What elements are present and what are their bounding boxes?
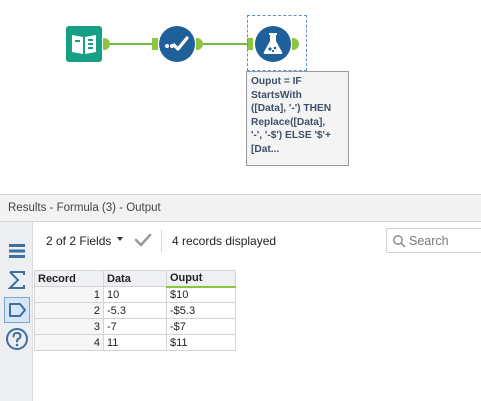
- workflow-canvas[interactable]: Ouput = IF StartsWith ([Data], '-') THEN…: [0, 0, 481, 192]
- column-header-record[interactable]: Record: [34, 270, 104, 287]
- table-header-row: Record Data Ouput: [34, 270, 236, 288]
- apply-button[interactable]: [133, 230, 153, 250]
- side-toolbar: [0, 222, 33, 401]
- tag-icon: [9, 303, 26, 317]
- connection-line[interactable]: [203, 43, 247, 45]
- fields-toolbar: 2 of 2 Fields 4 records displayed: [34, 222, 481, 260]
- results-table: Record Data Ouput 1 10 $10 2 -5.3 -$5.3 …: [34, 270, 236, 351]
- table-row[interactable]: 2 -5.3 -$5.3: [34, 302, 236, 319]
- data-cell[interactable]: -5.3: [103, 302, 167, 319]
- input-data-tool[interactable]: [66, 26, 102, 62]
- help-icon: [6, 328, 28, 350]
- table-row[interactable]: 3 -7 -$7: [34, 318, 236, 335]
- select-tool[interactable]: [159, 26, 195, 62]
- checkmark-icon: [134, 233, 152, 247]
- search-icon: [393, 235, 406, 248]
- checkmark-dots-icon: [159, 26, 195, 62]
- ouput-cell[interactable]: $10: [166, 286, 236, 303]
- connection-line[interactable]: [110, 43, 152, 45]
- output-anchor[interactable]: [103, 38, 110, 50]
- table-row[interactable]: 1 10 $10: [34, 286, 236, 303]
- chevron-down-icon[interactable]: [117, 237, 123, 241]
- formula-annotation: Ouput = IF StartsWith ([Data], '-') THEN…: [246, 71, 349, 166]
- search-box[interactable]: [386, 228, 481, 253]
- summary-button[interactable]: [4, 267, 30, 293]
- data-cell[interactable]: 11: [103, 334, 167, 351]
- input-anchor[interactable]: [152, 38, 158, 50]
- record-cell[interactable]: 2: [34, 302, 104, 319]
- ouput-cell[interactable]: $11: [166, 334, 236, 351]
- record-cell[interactable]: 3: [34, 318, 104, 335]
- output-anchor[interactable]: [196, 38, 203, 50]
- results-title: Results - Formula (3) - Output: [8, 202, 161, 214]
- ouput-cell[interactable]: -$5.3: [166, 302, 236, 319]
- table-row[interactable]: 4 11 $11: [34, 334, 236, 351]
- data-cell[interactable]: 10: [103, 286, 167, 303]
- record-cell[interactable]: 4: [34, 334, 104, 351]
- results-panel: Results - Formula (3) - Output 2 of 2 Fi…: [0, 194, 481, 401]
- ouput-cell[interactable]: -$7: [166, 318, 236, 335]
- flask-icon: [255, 26, 291, 62]
- data-cell[interactable]: -7: [103, 318, 167, 335]
- list-icon: [9, 244, 25, 258]
- toolbar-divider: [161, 230, 162, 252]
- results-header: Results - Formula (3) - Output: [0, 194, 481, 222]
- record-cell[interactable]: 1: [34, 286, 104, 303]
- column-header-data[interactable]: Data: [103, 270, 167, 287]
- fields-dropdown[interactable]: 2 of 2 Fields: [46, 234, 111, 248]
- list-view-button[interactable]: [4, 238, 30, 264]
- sigma-icon: [7, 271, 25, 289]
- metadata-button[interactable]: [4, 297, 30, 323]
- help-button[interactable]: [4, 326, 30, 352]
- formula-tool[interactable]: [255, 26, 291, 62]
- records-count: 4 records displayed: [172, 234, 277, 248]
- book-icon: [66, 26, 102, 62]
- column-header-ouput[interactable]: Ouput: [166, 270, 236, 288]
- search-input[interactable]: [409, 232, 481, 249]
